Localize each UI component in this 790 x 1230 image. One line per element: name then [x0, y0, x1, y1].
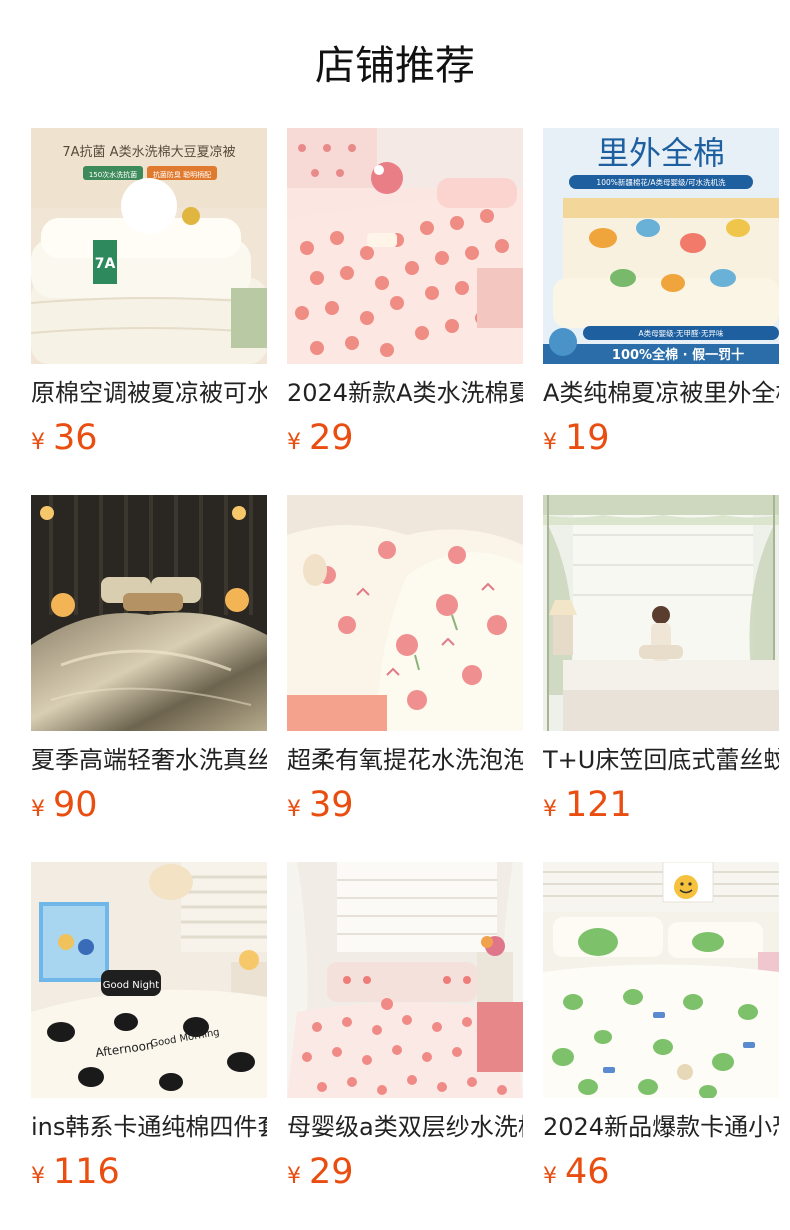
product-card[interactable]: 超柔有氧提花水洗泡泡纱 ¥ 39: [287, 495, 523, 862]
price-value: 29: [309, 418, 354, 458]
price-value: 36: [53, 418, 98, 458]
price-value: 29: [309, 1152, 354, 1192]
price-value: 121: [565, 785, 632, 825]
product-name: 母婴级a类双层纱水洗棉: [287, 1113, 523, 1141]
product-name: 2024新品爆款卡通小恐龙: [543, 1113, 779, 1141]
image-subline: 100%新疆棉花/A类母婴级/可水洗机洗: [596, 177, 726, 187]
product-price: ¥ 90: [31, 785, 267, 825]
product-card[interactable]: 7A抗菌 A类水洗棉大豆夏凉被 150次水洗抗菌 抗菌防臭 聪明柄配 7A 原棉…: [31, 128, 267, 495]
product-image[interactable]: [543, 495, 779, 731]
product-price: ¥ 36: [31, 418, 267, 458]
image-tag-1: 150次水洗抗菌: [89, 170, 137, 179]
page-title: 店铺推荐: [315, 43, 475, 89]
currency-symbol: ¥: [287, 1164, 301, 1189]
currency-symbol: ¥: [543, 1164, 557, 1189]
currency-symbol: ¥: [287, 797, 301, 822]
price-value: 46: [565, 1152, 610, 1192]
product-name: ins韩系卡通纯棉四件套: [31, 1113, 267, 1141]
image-headline: 7A抗菌 A类水洗棉大豆夏凉被: [62, 145, 235, 160]
product-name: 原棉空调被夏凉被可水洗: [31, 379, 267, 407]
currency-symbol: ¥: [31, 797, 45, 822]
product-image[interactable]: [31, 495, 267, 731]
store-recommend-page: 店铺推荐 7A抗菌 A类水洗棉大豆夏凉被 150次水洗抗菌 抗菌防臭 聪明柄配: [0, 0, 790, 1230]
image-pillow-text: Good Night: [103, 980, 159, 991]
product-card[interactable]: 母婴级a类双层纱水洗棉 ¥ 29: [287, 862, 523, 1229]
image-badge: 7A: [95, 256, 116, 272]
product-name: 2024新款A类水洗棉夏凉被: [287, 379, 523, 407]
price-value: 39: [309, 785, 354, 825]
product-price: ¥ 121: [543, 785, 779, 825]
product-price: ¥ 46: [543, 1152, 779, 1192]
price-value: 116: [53, 1152, 120, 1192]
currency-symbol: ¥: [287, 430, 301, 455]
product-price: ¥ 39: [287, 785, 523, 825]
currency-symbol: ¥: [543, 797, 557, 822]
image-headline: 里外全棉: [597, 134, 725, 172]
price-value: 90: [53, 785, 98, 825]
product-price: ¥ 29: [287, 1152, 523, 1192]
product-price: ¥ 19: [543, 418, 779, 458]
product-image[interactable]: 里外全棉 100%新疆棉花/A类母婴级/可水洗机洗 A类母婴级·无甲醛·无异味 …: [543, 128, 779, 364]
product-price: ¥ 116: [31, 1152, 267, 1192]
image-tag-2: 100%全棉 · 假一罚十: [612, 347, 744, 363]
product-image[interactable]: [287, 495, 523, 731]
currency-symbol: ¥: [543, 430, 557, 455]
currency-symbol: ¥: [31, 430, 45, 455]
product-card[interactable]: 夏季高端轻奢水洗真丝四件套 ¥ 90: [31, 495, 267, 862]
product-card[interactable]: 2024新款A类水洗棉夏凉被 ¥ 29: [287, 128, 523, 495]
image-tag-2: 抗菌防臭 聪明柄配: [153, 170, 211, 179]
product-grid: 7A抗菌 A类水洗棉大豆夏凉被 150次水洗抗菌 抗菌防臭 聪明柄配 7A 原棉…: [31, 128, 779, 1229]
currency-symbol: ¥: [31, 1164, 45, 1189]
product-name: 夏季高端轻奢水洗真丝四件套: [31, 746, 267, 774]
product-image[interactable]: [287, 862, 523, 1098]
product-name: A类纯棉夏凉被里外全棉: [543, 379, 779, 407]
product-name: T+U床笠回底式蕾丝蚊帐: [543, 746, 779, 774]
product-card[interactable]: 里外全棉 100%新疆棉花/A类母婴级/可水洗机洗 A类母婴级·无甲醛·无异味 …: [543, 128, 779, 495]
product-price: ¥ 29: [287, 418, 523, 458]
product-card[interactable]: Good Night Afternoon Good Morning ins韩系卡…: [31, 862, 267, 1229]
product-image[interactable]: [543, 862, 779, 1098]
product-image[interactable]: Good Night Afternoon Good Morning: [31, 862, 267, 1098]
product-name: 超柔有氧提花水洗泡泡纱: [287, 746, 523, 774]
product-card[interactable]: T+U床笠回底式蕾丝蚊帐 ¥ 121: [543, 495, 779, 862]
product-image[interactable]: 7A抗菌 A类水洗棉大豆夏凉被 150次水洗抗菌 抗菌防臭 聪明柄配 7A: [31, 128, 267, 364]
product-image[interactable]: [287, 128, 523, 364]
product-card[interactable]: 2024新品爆款卡通小恐龙 ¥ 46: [543, 862, 779, 1229]
price-value: 19: [565, 418, 610, 458]
image-tag-1: A类母婴级·无甲醛·无异味: [639, 328, 724, 338]
